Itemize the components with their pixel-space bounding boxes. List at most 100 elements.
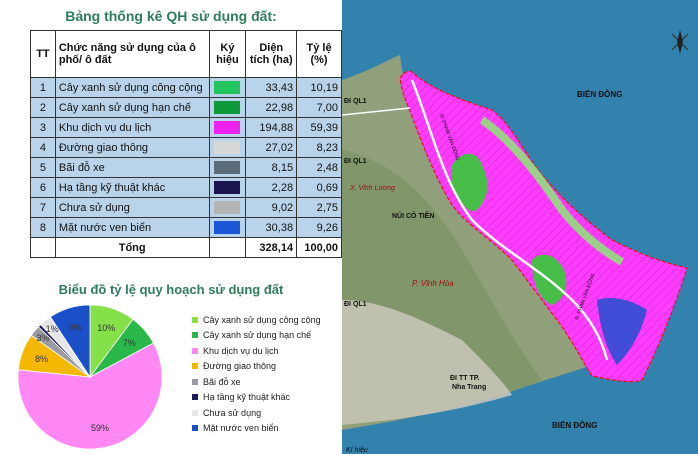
- row-ratio: 7,00: [296, 97, 342, 118]
- row-symbol: [208, 117, 247, 138]
- legend-label: Mặt nước ven biển: [203, 423, 279, 434]
- row-symbol: [208, 77, 247, 98]
- row-ratio: 8,23: [296, 137, 342, 158]
- row-ratio: 59,39: [296, 117, 342, 138]
- pie-label-4: 8%: [35, 354, 48, 364]
- row-tt: 2: [30, 97, 56, 118]
- pie-label-8: 9%: [69, 322, 82, 332]
- header-symbol: Ký hiệu: [208, 30, 247, 78]
- color-swatch: [214, 221, 241, 234]
- row-ratio: 0,69: [296, 177, 342, 198]
- table-row: 4 Đường giao thông 27,02 8,23: [30, 137, 342, 158]
- row-symbol: [208, 97, 247, 118]
- color-swatch: [214, 121, 241, 134]
- pie-label-2: 7%: [123, 338, 136, 348]
- color-swatch: [214, 201, 241, 214]
- header-function: Chức năng sử dụng của ô phố/ ô đất: [54, 30, 210, 78]
- pie-chart: 10%7%59%8%3%1% 9%: [17, 304, 163, 450]
- row-area: 9,02: [245, 197, 298, 218]
- table-row: 3 Khu dịch vụ du lịch 194,88 59,39: [30, 117, 342, 138]
- label-vinh-luong: X. Vĩnh Lương: [349, 185, 395, 192]
- land-use-table: TT Chức năng sử dụng của ô phố/ ô đất Ký…: [30, 30, 342, 258]
- legend-label: Khu dịch vụ du lịch: [203, 345, 279, 356]
- row-name: Hạ tầng kỹ thuật khác: [54, 177, 210, 198]
- row-symbol: [208, 197, 247, 218]
- pie-label-1: 10%: [97, 323, 115, 333]
- header-ratio: Tỷ lệ (%): [296, 30, 342, 78]
- label-bien-dong-top: BIỂN ĐÔNG: [577, 90, 622, 99]
- table-row: 6 Hạ tầng kỹ thuật khác 2,28 0,69: [30, 177, 342, 198]
- color-swatch: [214, 81, 241, 94]
- label-di-ql1-c: ĐI QL1: [344, 301, 367, 308]
- row-name: Cây xanh sử dụng hạn chế: [54, 97, 210, 118]
- legend-marker: [192, 363, 198, 370]
- legend-label: Cây xanh sử dụng công cộng: [203, 314, 321, 325]
- row-ratio: 2,75: [296, 197, 342, 218]
- row-tt: 3: [30, 117, 56, 138]
- total-label: Tổng: [54, 237, 210, 258]
- pie-label-3: 59%: [91, 423, 109, 433]
- legend-label: Chưa sử dụng: [203, 407, 262, 418]
- row-tt: 6: [30, 177, 56, 198]
- label-ki-hieu: Kí hiệu: [346, 447, 368, 454]
- label-di-tt: ĐI TT TP.: [450, 375, 479, 382]
- legend-label: Hạ tầng kỹ thuật khác: [203, 392, 291, 403]
- row-ratio: 2,48: [296, 157, 342, 178]
- total-area: 328,14: [245, 237, 298, 258]
- table-title: Bảng thống kê QH sử dụng đất:: [65, 8, 277, 24]
- row-area: 194,88: [245, 117, 298, 138]
- legend-marker: [192, 347, 198, 354]
- color-swatch: [214, 161, 241, 174]
- legend-marker: [192, 378, 198, 385]
- legend-item: Hạ tầng kỹ thuật khác: [192, 390, 321, 406]
- table-row: 1 Cây xanh sử dụng công cộng 33,43 10,19: [30, 77, 342, 98]
- color-swatch: [214, 141, 241, 154]
- legend-item: Khu dịch vụ du lịch: [192, 343, 321, 359]
- table-body: 1 Cây xanh sử dụng công cộng 33,43 10,19 2 Câ…: [30, 77, 342, 238]
- legend-item: Bãi đỗ xe: [192, 374, 321, 390]
- chart-title: Biểu đồ tỷ lệ quy hoạch sử dụng đất: [58, 282, 284, 297]
- total-row: Tổng 328,14 100,00: [30, 237, 342, 258]
- label-di-ql1-b: ĐI QL1: [344, 158, 367, 165]
- header-tt: TT: [30, 30, 56, 78]
- color-swatch: [214, 181, 241, 194]
- row-area: 27,02: [245, 137, 298, 158]
- label-di-ql1-a: ĐI QL1: [344, 98, 367, 105]
- row-name: Mặt nước ven biển: [54, 217, 210, 238]
- left-panel: Bảng thống kê QH sử dụng đất: TT Chức nă…: [0, 0, 342, 454]
- row-area: 22,98: [245, 97, 298, 118]
- row-area: 30,38: [245, 217, 298, 238]
- legend-item: Đường giao thông: [192, 359, 321, 375]
- legend-item: Chưa sử dụng: [192, 405, 321, 421]
- label-bien-dong-bottom: BIỂN ĐÔNG: [552, 421, 597, 430]
- legend-marker: [192, 332, 198, 339]
- label-nui-co-tien: NÚI CÔ TIÊN: [392, 211, 434, 220]
- row-symbol: [208, 217, 247, 238]
- legend-item: Cây xanh sử dụng công cộng: [192, 312, 321, 328]
- legend-marker: [192, 409, 198, 416]
- row-area: 33,43: [245, 77, 298, 98]
- legend-marker: [192, 316, 198, 323]
- label-nha-trang: Nha Trang: [452, 384, 486, 391]
- legend-item: Cây xanh sử dụng hạn chế: [192, 328, 321, 344]
- row-tt: 4: [30, 137, 56, 158]
- row-tt: 5: [30, 157, 56, 178]
- row-name: Khu dịch vụ du lịch: [54, 117, 210, 138]
- legend-item: Mặt nước ven biển: [192, 421, 321, 437]
- table-row: 8 Mặt nước ven biển 30,38 9,26: [30, 217, 342, 238]
- legend-label: Cây xanh sử dụng hạn chế: [203, 330, 312, 341]
- table-row: 7 Chưa sử dụng 9,02 2,75: [30, 197, 342, 218]
- row-area: 2,28: [245, 177, 298, 198]
- row-symbol: [208, 157, 247, 178]
- row-ratio: 9,26: [296, 217, 342, 238]
- row-name: Bãi đỗ xe: [54, 157, 210, 178]
- legend-label: Đường giao thông: [203, 361, 276, 372]
- row-name: Đường giao thông: [54, 137, 210, 158]
- table-row: 5 Bãi đỗ xe 8,15 2,48: [30, 157, 342, 178]
- row-tt: 8: [30, 217, 56, 238]
- row-tt: 7: [30, 197, 56, 218]
- row-symbol: [208, 177, 247, 198]
- row-area: 8,15: [245, 157, 298, 178]
- row-name: Chưa sử dụng: [54, 197, 210, 218]
- legend-marker: [192, 394, 198, 401]
